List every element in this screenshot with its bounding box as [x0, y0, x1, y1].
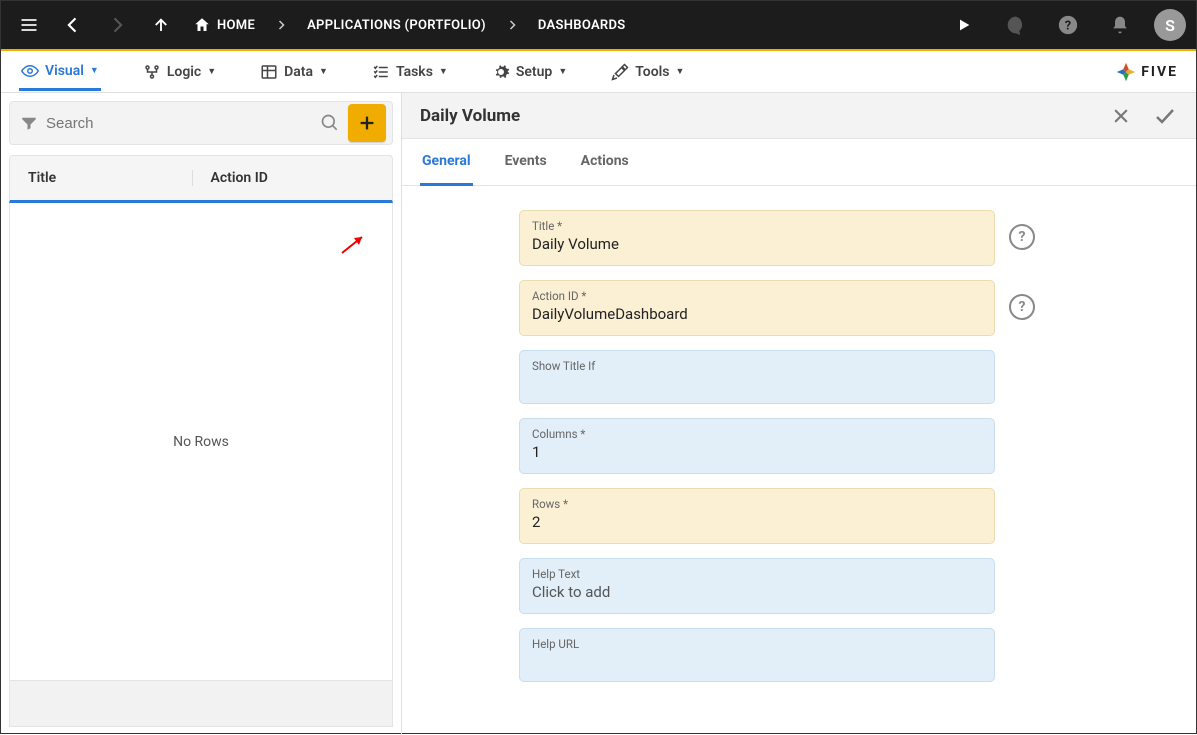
menu-tools[interactable]: Tools▼ [609, 55, 686, 89]
comment-icon[interactable] [998, 7, 1034, 43]
avatar-initial: S [1165, 16, 1175, 35]
tabs: General Events Actions [402, 139, 1196, 186]
menu-label: Visual [45, 63, 84, 79]
field-help-text[interactable]: Help Text Click to add [519, 558, 995, 614]
field-label: Help Text [532, 567, 982, 581]
page-title: Daily Volume [420, 106, 1108, 126]
menu-label: Tasks [396, 64, 433, 80]
field-label: Columns * [532, 427, 982, 441]
menu-logic[interactable]: Logic▼ [141, 55, 218, 89]
menubar: Visual▼ Logic▼ Data▼ Tasks▼ Setup▼ Tools… [1, 51, 1196, 93]
table-header: Title Action ID [9, 155, 393, 203]
main: Title Action ID No Rows Daily Volume Gen… [1, 93, 1196, 735]
brand-label: FIVE [1141, 64, 1178, 80]
field-value: Daily Volume [532, 235, 982, 255]
menu-label: Data [284, 64, 313, 80]
back-icon[interactable] [55, 7, 91, 43]
table-footer [9, 681, 393, 727]
field-label: Show Title If [532, 359, 982, 373]
field-label: Title * [532, 219, 982, 233]
help-icon[interactable]: ? [1050, 7, 1086, 43]
col-action-id[interactable]: Action ID [192, 170, 375, 186]
menu-tasks[interactable]: Tasks▼ [370, 55, 450, 89]
search-row [9, 101, 393, 145]
avatar[interactable]: S [1154, 9, 1186, 41]
form-area: Title * Daily Volume ? Action ID * Daily… [402, 186, 1196, 706]
hamburger-icon[interactable] [11, 7, 47, 43]
filter-icon[interactable] [20, 114, 38, 132]
menu-label: Setup [516, 64, 552, 80]
field-label: Rows * [532, 497, 982, 511]
left-panel: Title Action ID No Rows [1, 93, 401, 735]
field-label: Action ID * [532, 289, 982, 303]
search-input[interactable] [46, 115, 312, 132]
menu-data[interactable]: Data▼ [258, 55, 330, 89]
chevron-right-icon [500, 19, 524, 31]
breadcrumb-dashboards[interactable]: DASHBOARDS [532, 18, 632, 33]
field-value: 1 [532, 443, 982, 463]
table-body: No Rows [9, 203, 393, 681]
field-columns[interactable]: Columns * 1 [519, 418, 995, 474]
col-title[interactable]: Title [28, 170, 192, 186]
detail-header: Daily Volume [402, 93, 1196, 139]
confirm-icon[interactable] [1152, 103, 1178, 129]
brand-icon [1115, 61, 1137, 83]
tab-actions[interactable]: Actions [579, 139, 631, 185]
field-value: DailyVolumeDashboard [532, 305, 982, 325]
field-show-title-if[interactable]: Show Title If [519, 350, 995, 404]
field-value [532, 375, 982, 395]
breadcrumb-label: HOME [217, 18, 255, 33]
tab-events[interactable]: Events [503, 139, 549, 185]
search-icon[interactable] [320, 113, 340, 133]
topbar: HOME APPLICATIONS (PORTFOLIO) DASHBOARDS… [1, 1, 1196, 49]
close-icon[interactable] [1108, 103, 1134, 129]
breadcrumb-label: DASHBOARDS [538, 18, 626, 33]
right-panel: Daily Volume General Events Actions Titl… [401, 93, 1196, 735]
field-help-icon[interactable]: ? [1009, 294, 1035, 320]
up-icon[interactable] [143, 7, 179, 43]
menu-label: Tools [635, 64, 669, 80]
field-help-url[interactable]: Help URL [519, 628, 995, 682]
field-value: 2 [532, 513, 982, 533]
menu-label: Logic [167, 64, 201, 80]
chevron-right-icon [269, 19, 293, 31]
menu-setup[interactable]: Setup▼ [490, 55, 569, 89]
breadcrumb-label: APPLICATIONS (PORTFOLIO) [307, 18, 486, 33]
breadcrumb-home[interactable]: HOME [187, 16, 261, 34]
field-action-id[interactable]: Action ID * DailyVolumeDashboard [519, 280, 995, 336]
menu-visual[interactable]: Visual▼ [19, 54, 101, 91]
field-value [532, 653, 982, 673]
brand-logo: FIVE [1115, 61, 1178, 83]
play-icon[interactable] [946, 7, 982, 43]
forward-icon [99, 7, 135, 43]
add-button[interactable] [348, 104, 386, 142]
breadcrumb-applications[interactable]: APPLICATIONS (PORTFOLIO) [301, 18, 492, 33]
svg-text:?: ? [1065, 19, 1071, 34]
empty-text: No Rows [173, 434, 229, 450]
field-help-icon[interactable]: ? [1009, 224, 1035, 250]
field-value: Click to add [532, 583, 982, 603]
field-label: Help URL [532, 637, 982, 651]
field-title[interactable]: Title * Daily Volume [519, 210, 995, 266]
bell-icon[interactable] [1102, 7, 1138, 43]
field-rows[interactable]: Rows * 2 [519, 488, 995, 544]
tab-general[interactable]: General [420, 139, 473, 186]
